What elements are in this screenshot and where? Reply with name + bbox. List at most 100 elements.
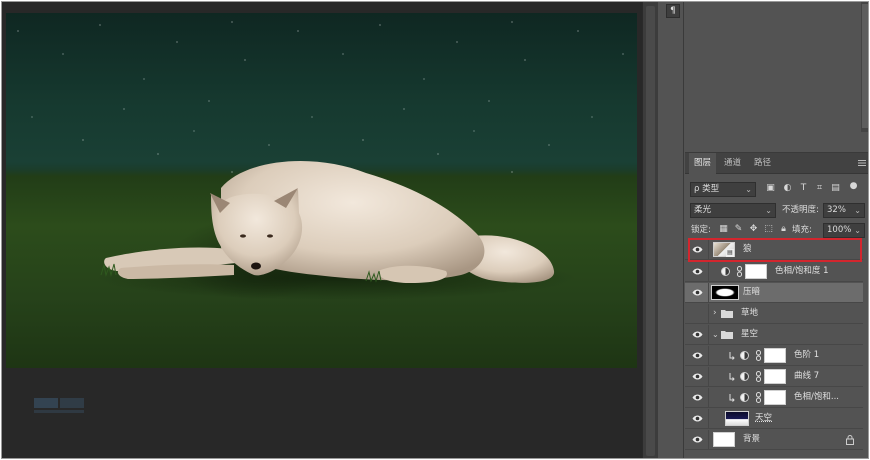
chevron-down-icon[interactable]: ⌄ bbox=[712, 325, 719, 344]
chevron-down-icon: ⌄ bbox=[854, 226, 861, 235]
chevron-right-icon[interactable]: › bbox=[713, 304, 717, 323]
clipping-mask-icon bbox=[729, 394, 735, 402]
link-icon bbox=[756, 350, 761, 361]
fill-field[interactable]: 100% ⌄ bbox=[823, 223, 865, 238]
adjustment-layer-icon bbox=[721, 267, 730, 276]
lock-image-icon[interactable]: ✎ bbox=[733, 224, 744, 235]
blend-mode-value: 柔光 bbox=[694, 205, 712, 215]
lock-all-icon[interactable]: 🔒︎ bbox=[778, 224, 789, 235]
opacity-label: 不透明度: bbox=[782, 205, 819, 215]
layer-row-grass-group[interactable]: › 草地 bbox=[685, 304, 863, 324]
paragraph-panel-button[interactable]: ¶ bbox=[666, 4, 680, 18]
visibility-column bbox=[685, 325, 709, 344]
lock-transparency-icon[interactable]: ▦ bbox=[718, 224, 729, 235]
visibility-column bbox=[685, 367, 709, 386]
layer-mask-thumbnail bbox=[764, 390, 786, 405]
layers-panel: 图层 通道 路径 ρ 类型 ⌄ ▣ ◐ T ⌗ ▤ ● 柔光 ⌄ 不透明度: 3… bbox=[685, 152, 868, 458]
layer-mask-thumbnail bbox=[745, 264, 767, 279]
smart-object-filter-icon[interactable]: ▤ bbox=[830, 183, 841, 194]
folder-icon bbox=[721, 310, 733, 318]
panel-menu-icon[interactable] bbox=[858, 159, 866, 167]
blend-mode-select[interactable]: 柔光 ⌄ bbox=[690, 203, 776, 218]
opacity-value: 32% bbox=[827, 205, 846, 215]
type-filter-icon[interactable]: T bbox=[798, 183, 809, 194]
adjustment-filter-icon[interactable]: ◐ bbox=[782, 183, 793, 194]
tab-layers[interactable]: 图层 bbox=[689, 153, 717, 174]
smart-object-icon: ▤ bbox=[726, 249, 734, 257]
canvas-image[interactable] bbox=[6, 13, 637, 368]
layers-list: ▤ 狼 色相/饱和度 1 压暗 › 草地 ⌄ 星空 色阶 1 曲线 7 色相/饱… bbox=[685, 238, 863, 452]
adjustment-layer-icon bbox=[740, 372, 749, 381]
eye-icon[interactable] bbox=[692, 330, 703, 339]
paragraph-icon: ¶ bbox=[670, 6, 676, 16]
visibility-column bbox=[685, 304, 709, 323]
eye-icon[interactable] bbox=[692, 267, 703, 276]
link-icon bbox=[737, 266, 742, 277]
folder-open-icon bbox=[721, 331, 733, 339]
upper-panel-scrollbar[interactable] bbox=[861, 2, 868, 132]
clipping-mask-icon bbox=[729, 352, 735, 360]
layer-name: 狼 bbox=[743, 244, 752, 254]
layer-row-hue-saturation-1[interactable]: 色相/饱和度 1 bbox=[685, 262, 863, 282]
layer-row-darken[interactable]: 压暗 bbox=[685, 283, 863, 303]
eye-icon[interactable] bbox=[692, 435, 703, 444]
filter-toggle-icon[interactable]: ● bbox=[848, 181, 859, 192]
wolf-image bbox=[96, 161, 576, 300]
blend-opacity-row: 柔光 ⌄ 不透明度: 32% ⌄ bbox=[685, 200, 868, 220]
layer-mask-thumbnail bbox=[764, 348, 786, 363]
eye-icon[interactable] bbox=[692, 351, 703, 360]
eye-icon[interactable] bbox=[692, 393, 703, 402]
layer-thumbnail bbox=[711, 285, 739, 300]
layer-name: 色阶 1 bbox=[794, 350, 820, 360]
eye-icon[interactable] bbox=[692, 245, 703, 254]
pixel-filter-icon[interactable]: ▣ bbox=[765, 183, 776, 194]
layer-row-hue-saturation-2[interactable]: 色相/饱和... bbox=[685, 388, 863, 408]
layer-filter-row: ρ 类型 ⌄ ▣ ◐ T ⌗ ▤ ● bbox=[685, 179, 868, 199]
tab-channels[interactable]: 通道 bbox=[719, 153, 746, 174]
visibility-column bbox=[685, 430, 709, 449]
fill-label: 填充: bbox=[792, 225, 812, 235]
filter-kind-select[interactable]: ρ 类型 ⌄ bbox=[690, 182, 756, 197]
clipping-mask-icon bbox=[729, 373, 735, 381]
visibility-column bbox=[685, 346, 709, 365]
layer-mask-thumbnail bbox=[764, 369, 786, 384]
eye-icon[interactable] bbox=[692, 372, 703, 381]
layer-name: 压暗 bbox=[743, 287, 761, 297]
scrollbar-thumb[interactable] bbox=[862, 4, 868, 128]
tab-paths[interactable]: 路径 bbox=[749, 153, 776, 174]
photoshop-window: ¶ 图层 通道 路径 ρ 类型 ⌄ ▣ ◐ T ⌗ ▤ ● 柔光 ⌄ 不透明度:… bbox=[1, 1, 869, 459]
layer-row-levels-1[interactable]: 色阶 1 bbox=[685, 346, 863, 366]
layer-thumbnail bbox=[725, 411, 749, 426]
eye-icon[interactable] bbox=[692, 288, 703, 297]
layer-row-wolf[interactable]: ▤ 狼 bbox=[685, 240, 863, 260]
opacity-field[interactable]: 32% ⌄ bbox=[823, 203, 865, 218]
layer-row-starry-sky-group[interactable]: ⌄ 星空 bbox=[685, 325, 863, 345]
lock-fill-row: 锁定: ▦ ✎ ✥ ⬚ 🔒︎ 填充: 100% ⌄ bbox=[685, 220, 868, 240]
shape-filter-icon[interactable]: ⌗ bbox=[814, 183, 825, 194]
visibility-column bbox=[685, 388, 709, 407]
link-icon bbox=[756, 392, 761, 403]
layer-name: 星空 bbox=[741, 329, 759, 339]
lock-icon[interactable] bbox=[846, 435, 854, 445]
lock-position-icon[interactable]: ✥ bbox=[748, 224, 759, 235]
watermark-logo bbox=[34, 398, 84, 413]
chevron-down-icon: ⌄ bbox=[765, 206, 772, 215]
layer-name: 天空 bbox=[755, 413, 773, 423]
visibility-column bbox=[685, 409, 709, 428]
lock-artboard-icon[interactable]: ⬚ bbox=[763, 224, 774, 235]
visibility-column bbox=[685, 283, 709, 302]
link-icon bbox=[756, 371, 761, 382]
layer-thumbnail bbox=[713, 432, 735, 447]
panel-tabs: 图层 通道 路径 bbox=[685, 153, 868, 174]
eye-icon[interactable] bbox=[692, 414, 703, 423]
layer-row-background[interactable]: 背景 bbox=[685, 430, 863, 450]
visibility-column bbox=[685, 240, 709, 259]
document-vertical-scrollbar[interactable] bbox=[642, 2, 658, 458]
chevron-down-icon: ⌄ bbox=[745, 185, 752, 194]
layer-row-curves-7[interactable]: 曲线 7 bbox=[685, 367, 863, 387]
scrollbar-thumb[interactable] bbox=[646, 6, 655, 456]
layer-name: 色相/饱和... bbox=[794, 392, 839, 402]
layer-name: 草地 bbox=[741, 308, 759, 318]
layer-row-sky[interactable]: 天空 bbox=[685, 409, 863, 429]
visibility-column bbox=[685, 262, 709, 281]
